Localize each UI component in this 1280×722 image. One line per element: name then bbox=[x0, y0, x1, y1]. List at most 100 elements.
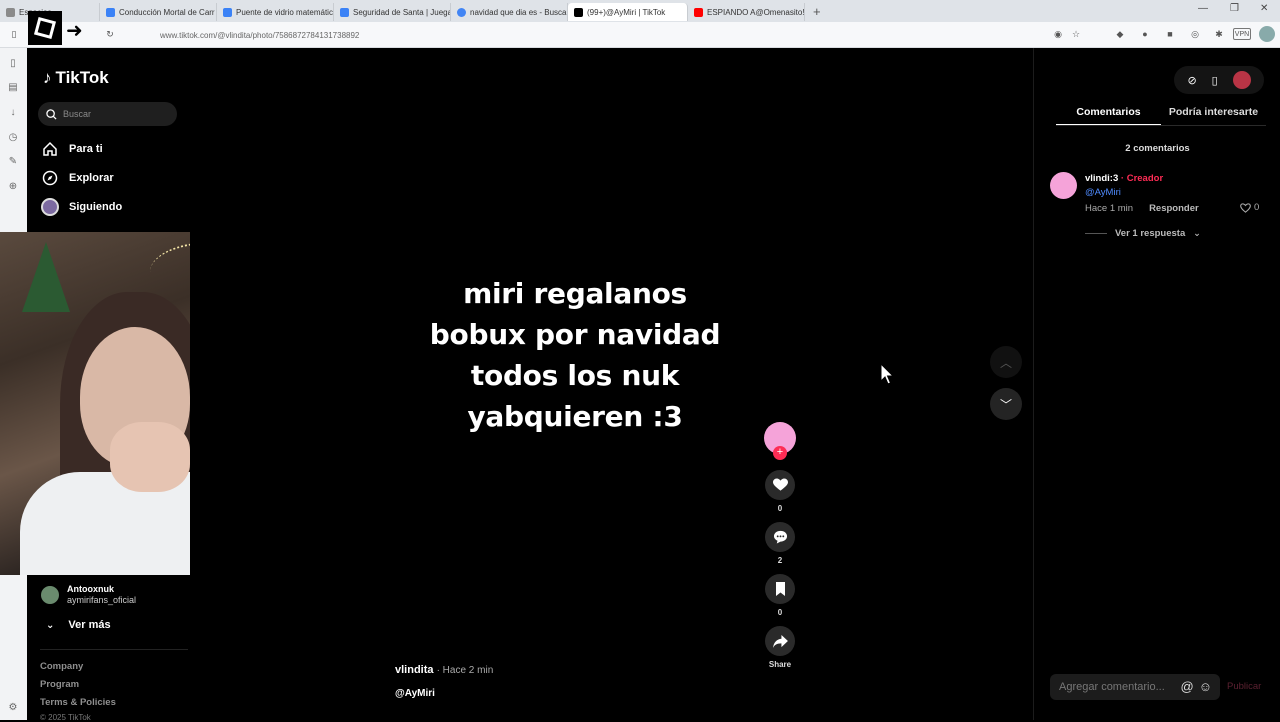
following-name: Antooxnuk bbox=[67, 584, 114, 594]
broadcast-icon[interactable]: ◉ bbox=[1052, 28, 1064, 40]
comment-like-button[interactable]: 0 bbox=[1240, 202, 1259, 213]
following-account[interactable]: Antooxnuk aymirifans_oficial bbox=[41, 584, 136, 606]
reload-icon[interactable]: ↻ bbox=[104, 28, 116, 40]
bookmark-icon[interactable]: ☆ bbox=[1070, 28, 1082, 40]
comment-input[interactable]: Agregar comentario... @ ☺ bbox=[1050, 674, 1220, 700]
like-count: 0 bbox=[777, 504, 783, 513]
tab-favicon bbox=[694, 7, 703, 17]
browser-tab[interactable]: ESPIANDO A@Omenasito! bbox=[688, 3, 805, 21]
sidebar-toggle-icon[interactable]: ▯ bbox=[8, 28, 20, 40]
author-avatar[interactable]: + bbox=[764, 422, 796, 460]
comment-time: Hace 1 min bbox=[1085, 203, 1134, 214]
nav-item-siguiendo[interactable]: Siguiendo bbox=[41, 198, 122, 216]
commenter-name-line[interactable]: vlindi:3 · Creador bbox=[1085, 173, 1163, 184]
like-button[interactable] bbox=[765, 470, 795, 500]
url-field[interactable]: www.tiktok.com/@vlindita/photo/758687278… bbox=[148, 26, 1018, 44]
chevron-down-icon: ⌄ bbox=[1193, 228, 1201, 238]
nav-item-para-ti[interactable]: Para ti bbox=[41, 140, 103, 158]
profile-avatar[interactable] bbox=[1232, 71, 1251, 89]
browser-tab-active[interactable]: (99+)@AyMiri | TikTok bbox=[568, 3, 688, 21]
share-label: Share bbox=[768, 660, 792, 669]
previous-post-button[interactable]: ︿ bbox=[990, 346, 1022, 378]
maximize-icon[interactable]: ❐ bbox=[1230, 3, 1239, 14]
post-mention[interactable]: @AyMiri bbox=[395, 688, 435, 699]
tab-favicon bbox=[6, 7, 15, 17]
add-panel-icon[interactable]: ⊕ bbox=[7, 181, 19, 193]
view-replies-button[interactable]: Ver 1 respuesta ⌄ bbox=[1085, 228, 1201, 239]
search-icon bbox=[46, 108, 57, 120]
browser-tab[interactable]: navidad que dia es - Buscar bbox=[451, 3, 568, 21]
settings-icon[interactable]: ⚙ bbox=[7, 702, 19, 714]
puzzle-icon[interactable]: ✱ bbox=[1213, 28, 1225, 40]
download-icon[interactable]: ↓ bbox=[7, 107, 19, 119]
tiktok-note-icon: ♪ bbox=[43, 68, 52, 87]
extension-icon[interactable]: ◆ bbox=[1114, 28, 1126, 40]
extension-icon[interactable]: ◎ bbox=[1189, 28, 1201, 40]
address-bar-row: ▯ ↻ www.tiktok.com/@vlindita/photo/75868… bbox=[0, 22, 1280, 48]
save-count: 0 bbox=[777, 608, 783, 617]
search-input[interactable]: Buscar bbox=[38, 102, 177, 126]
roblox-overlay-logo bbox=[28, 11, 62, 45]
tab-podria-interesarte[interactable]: Podría interesarte bbox=[1161, 106, 1266, 126]
share-button[interactable] bbox=[765, 626, 795, 656]
mouse-cursor-icon bbox=[880, 363, 894, 385]
tab-favicon bbox=[574, 7, 583, 17]
device-icon[interactable]: ▯ bbox=[1212, 74, 1218, 87]
post-author[interactable]: vlindita bbox=[395, 664, 434, 676]
vpn-icon[interactable]: VPN bbox=[1233, 28, 1251, 40]
comment-icon bbox=[773, 530, 787, 544]
browser-tab[interactable]: Conducción Mortal de Carr bbox=[100, 3, 217, 21]
home-icon bbox=[41, 140, 59, 158]
bookmarks-icon[interactable]: ▯ bbox=[7, 58, 19, 70]
notes-icon[interactable]: ✎ bbox=[7, 156, 19, 168]
comment-button[interactable] bbox=[765, 522, 795, 552]
commenter-avatar[interactable] bbox=[1050, 172, 1077, 199]
chevron-down-icon: ⌄ bbox=[46, 619, 55, 631]
browser-tab[interactable]: Puente de vidrio matemátic bbox=[217, 3, 334, 21]
tab-underline bbox=[1056, 125, 1266, 126]
follow-plus-icon[interactable]: + bbox=[773, 446, 787, 460]
extension-icon[interactable]: ■ bbox=[1164, 28, 1176, 40]
chevron-up-icon: ︿ bbox=[999, 355, 1012, 370]
extension-icon[interactable]: ● bbox=[1139, 28, 1151, 40]
new-tab-icon[interactable]: + bbox=[813, 4, 821, 19]
post-viewer: miri regalanos bobux por navidad todos l… bbox=[190, 48, 1033, 720]
browser-tab[interactable]: Seguridad de Santa | Juega bbox=[334, 3, 451, 21]
post-author-line[interactable]: vlindita · Hace 2 min bbox=[395, 664, 493, 676]
panel-tabs: Comentarios Podría interesarte bbox=[1056, 106, 1266, 126]
nav-item-explorar[interactable]: Explorar bbox=[41, 169, 114, 187]
profile-icon[interactable] bbox=[1259, 26, 1275, 42]
minimize-icon[interactable]: — bbox=[1198, 3, 1208, 14]
close-window-icon[interactable]: ✕ bbox=[1260, 3, 1268, 14]
bookmark-icon bbox=[775, 582, 785, 596]
top-tools: ⊘ ▯ bbox=[1174, 66, 1264, 94]
avatar bbox=[41, 586, 59, 604]
history-icon[interactable]: ◷ bbox=[7, 132, 19, 144]
tab-comentarios[interactable]: Comentarios bbox=[1056, 106, 1161, 126]
compass-icon[interactable]: ⊘ bbox=[1187, 74, 1196, 87]
tiktok-logo[interactable]: ♪ TikTok bbox=[43, 68, 109, 88]
copyright: © 2025 TikTok bbox=[40, 713, 91, 722]
save-button[interactable] bbox=[765, 574, 795, 604]
see-more-button[interactable]: ⌄ Ver más bbox=[46, 619, 111, 631]
comment-count-label: 2 comentarios bbox=[1125, 143, 1190, 154]
roblox-logo-icon bbox=[33, 16, 57, 40]
chevron-down-icon: ﹀ bbox=[999, 397, 1012, 412]
creator-badge: · Creador bbox=[1118, 173, 1164, 184]
mention-icon[interactable]: @ bbox=[1181, 679, 1194, 694]
footer-link-terms[interactable]: Terms & Policies bbox=[40, 697, 116, 708]
divider bbox=[40, 649, 188, 650]
reply-button[interactable]: Responder bbox=[1149, 203, 1199, 214]
footer-link-company[interactable]: Company bbox=[40, 661, 83, 672]
compass-icon bbox=[41, 169, 59, 187]
footer-link-program[interactable]: Program bbox=[40, 679, 79, 690]
browser-tab-bar: Espacios Conducción Mortal de Carr Puent… bbox=[0, 0, 1280, 22]
post-caption: miri regalanos bobux por navidad todos l… bbox=[429, 277, 721, 433]
streamer-hand bbox=[110, 422, 190, 492]
post-comment-button[interactable]: Publicar bbox=[1227, 681, 1261, 692]
reading-list-icon[interactable]: ▤ bbox=[7, 82, 19, 94]
comment-text[interactable]: @AyMiri bbox=[1085, 187, 1121, 198]
next-post-button[interactable]: ﹀ bbox=[990, 388, 1022, 420]
emoji-icon[interactable]: ☺ bbox=[1199, 679, 1212, 694]
divider bbox=[1085, 233, 1107, 234]
